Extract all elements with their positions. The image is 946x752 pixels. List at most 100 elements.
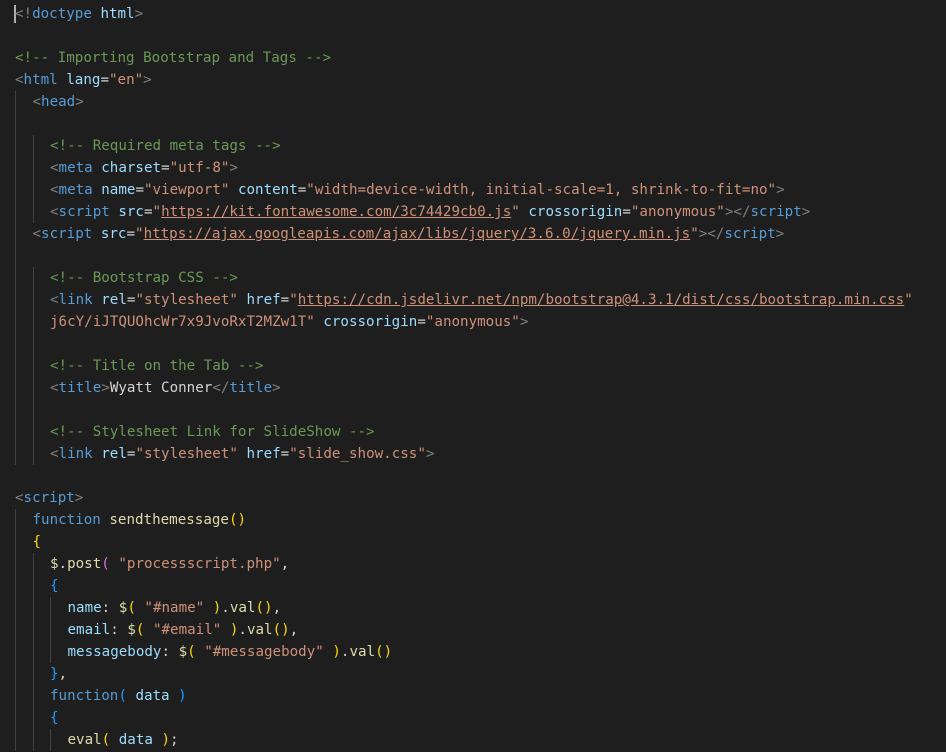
code-token: link xyxy=(58,446,93,462)
code-token: () xyxy=(228,512,247,528)
code-line[interactable]: <head> xyxy=(0,91,946,113)
code-line[interactable]: messagebody: $( "#messagebody" ).val() xyxy=(0,641,946,663)
code-token: doctype xyxy=(32,6,92,22)
indent-guide xyxy=(32,399,34,421)
code-line[interactable]: function sendthemessage() xyxy=(0,509,946,531)
code-line[interactable]: <!-- Required meta tags --> xyxy=(0,135,946,157)
code-editor[interactable]: <!doctype html> <!-- Importing Bootstrap … xyxy=(0,3,946,752)
code-token: email xyxy=(67,622,111,638)
indent-guide xyxy=(32,729,34,751)
code-token: "utf-8" xyxy=(169,160,230,176)
code-token: "processscript.php" xyxy=(118,556,281,572)
code-line[interactable]: { xyxy=(0,531,946,553)
code-text: <script src="https://kit.fontawesome.com… xyxy=(50,201,810,223)
code-token: " xyxy=(289,292,298,308)
code-token: href xyxy=(246,446,281,462)
indent-guide xyxy=(15,531,16,553)
code-token: title xyxy=(229,380,273,396)
code-token: "viewport" xyxy=(143,182,230,198)
code-line[interactable]: <title>Wyatt Conner</title> xyxy=(0,377,946,399)
indent-guide xyxy=(15,509,16,531)
indent-guide xyxy=(15,399,16,421)
code-line[interactable]: }, xyxy=(0,663,946,685)
code-line[interactable] xyxy=(0,25,946,47)
code-token: > xyxy=(519,314,529,330)
code-line[interactable]: <link rel="stylesheet" href="slide_show.… xyxy=(0,443,946,465)
code-line[interactable]: function( data ) xyxy=(0,685,946,707)
code-text: <title>Wyatt Conner</title> xyxy=(50,377,281,399)
code-token: = xyxy=(417,314,426,330)
indent-guide xyxy=(32,663,34,685)
indent-guide xyxy=(32,201,34,223)
indent-guide xyxy=(15,355,16,377)
code-line[interactable]: email: $( "#email" ).val(), xyxy=(0,619,946,641)
code-line[interactable]: { xyxy=(0,707,946,729)
indent-guide xyxy=(32,707,34,729)
code-token: , xyxy=(272,600,282,616)
code-line[interactable]: <script src="https://kit.fontawesome.com… xyxy=(0,201,946,223)
code-token: https://ajax.googleapis.com/ajax/libs/jq… xyxy=(143,226,691,242)
code-line[interactable]: <script src="https://ajax.googleapis.com… xyxy=(0,223,946,245)
code-token: <!-- Stylesheet Link for SlideShow --> xyxy=(50,424,375,440)
code-line[interactable]: j6cY/iJTQUOhcWr7x9JvoRxT2MZw1T" crossori… xyxy=(0,311,946,333)
code-token: < xyxy=(50,446,59,462)
code-line[interactable]: <html lang="en"> xyxy=(0,69,946,91)
code-line[interactable]: <meta name="viewport" content="width=dev… xyxy=(0,179,946,201)
code-line[interactable]: eval( data ); xyxy=(0,729,946,751)
code-line[interactable]: <script> xyxy=(0,487,946,509)
code-line[interactable] xyxy=(0,333,946,355)
code-line[interactable]: { xyxy=(0,575,946,597)
code-line[interactable]: <!-- Bootstrap CSS --> xyxy=(0,267,946,289)
indent-guide xyxy=(15,421,16,443)
indent-guide xyxy=(15,377,16,399)
indent-guide xyxy=(15,575,16,597)
indent-guide xyxy=(32,421,34,443)
code-token: val xyxy=(246,622,273,638)
code-line[interactable]: $.post( "processscript.php", xyxy=(0,553,946,575)
code-token: = xyxy=(100,72,109,88)
code-token: name xyxy=(67,600,102,616)
code-token: Wyatt Conner xyxy=(109,380,213,396)
code-line[interactable] xyxy=(0,113,946,135)
indent-guide xyxy=(15,91,16,113)
code-token: = xyxy=(622,204,631,220)
code-line[interactable]: <!-- Stylesheet Link for SlideShow --> xyxy=(0,421,946,443)
code-token: $ xyxy=(178,644,188,660)
code-text: <!-- Title on the Tab --> xyxy=(50,355,264,377)
code-token: head xyxy=(41,94,76,110)
code-token: meta xyxy=(58,182,93,198)
code-line[interactable] xyxy=(0,465,946,487)
code-line[interactable]: <link rel="stylesheet" href="https://cdn… xyxy=(0,289,946,311)
indent-guide xyxy=(15,289,16,311)
code-line[interactable] xyxy=(0,245,946,267)
code-line[interactable]: <meta charset="utf-8"> xyxy=(0,157,946,179)
code-token: rel xyxy=(101,292,127,308)
code-token: j6cY/iJTQUOhcWr7x9JvoRxT2MZw1T" xyxy=(50,314,315,330)
code-token: : xyxy=(110,622,128,638)
code-token: ) xyxy=(212,600,222,616)
code-text: <script> xyxy=(15,487,83,509)
code-text: <script src="https://ajax.googleapis.com… xyxy=(33,223,785,245)
code-token: "slide_show.css" xyxy=(289,446,426,462)
code-line[interactable]: <!doctype html> xyxy=(0,3,946,25)
code-token: () xyxy=(272,622,290,638)
code-token: " xyxy=(152,204,162,220)
code-token: "width=device-width, initial-scale=1, sh… xyxy=(306,182,777,198)
code-text: function( data ) xyxy=(50,685,187,707)
code-token: > xyxy=(801,204,811,220)
code-text: <!-- Required meta tags --> xyxy=(50,135,281,157)
code-line[interactable]: <!-- Title on the Tab --> xyxy=(0,355,946,377)
code-token: "stylesheet" xyxy=(135,292,238,308)
code-line[interactable] xyxy=(0,399,946,421)
code-line[interactable]: name: $( "#name" ).val(), xyxy=(0,597,946,619)
code-token: post xyxy=(67,556,102,572)
indent-guide xyxy=(15,179,16,201)
indent-guide xyxy=(32,619,34,641)
code-token: href xyxy=(246,292,281,308)
code-line[interactable]: <!-- Importing Bootstrap and Tags --> xyxy=(0,47,946,69)
